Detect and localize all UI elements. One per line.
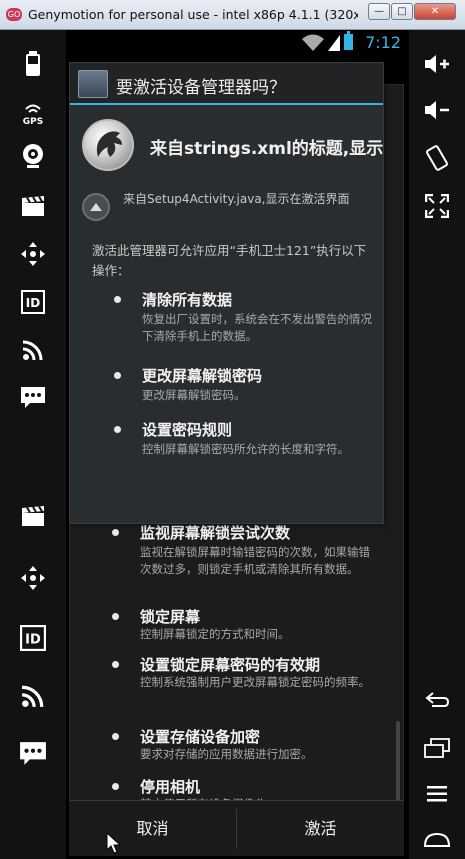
rotate-icon[interactable]	[415, 140, 459, 176]
home-icon[interactable]	[415, 822, 459, 858]
device-admin-dialog: 要激活设备管理器吗？ 来自strings.xml的标题,显示 来自Setup4A…	[69, 62, 384, 524]
close-button[interactable]: ✕	[414, 3, 456, 20]
volume-down-icon[interactable]	[415, 92, 459, 128]
permission-title: 停用相机	[140, 778, 201, 796]
permission-title: 设置密码规则	[142, 421, 233, 439]
dpad-icon[interactable]	[11, 236, 55, 272]
permission-desc: 控制屏幕锁定的方式和时间。	[140, 627, 290, 641]
app-logo-icon	[82, 119, 134, 171]
menu-icon[interactable]	[415, 776, 459, 812]
mouse-cursor-icon	[106, 832, 122, 854]
device-admin-icon	[78, 70, 108, 98]
id-icon[interactable]: ID	[11, 284, 55, 320]
permission-desc: 控制屏幕解锁密码所允许的长度和字符。	[142, 442, 349, 456]
permission-title: 设置存储设备加密	[140, 728, 261, 746]
id-label: ID	[26, 296, 40, 310]
window-title: Genymotion for personal use - intel x86p…	[28, 7, 358, 22]
cancel-button[interactable]: 取消	[69, 801, 236, 857]
bullet	[112, 733, 119, 740]
bullet	[114, 426, 121, 433]
battery-status-icon	[344, 31, 353, 50]
recent-apps-icon[interactable]	[415, 730, 459, 766]
chevron-up-icon	[90, 203, 102, 211]
activate-button[interactable]: 激活	[237, 801, 404, 857]
status-bar: 7:12	[66, 30, 409, 56]
dialog-header: 要激活设备管理器吗？	[70, 63, 383, 105]
clapperboard-icon[interactable]	[11, 188, 55, 224]
fullscreen-icon[interactable]	[415, 188, 459, 224]
gps-label: GPS	[23, 117, 43, 125]
permission-title: 设置锁定屏幕密码的有效期	[140, 656, 321, 674]
clock: 7:12	[365, 33, 401, 52]
back-icon[interactable]	[415, 682, 459, 718]
permission-title: 清除所有数据	[142, 291, 233, 309]
signal-icon	[328, 35, 340, 51]
app-description-row: 来自Setup4Activity.java,显示在激活界面	[70, 183, 383, 233]
permission-desc: 要求对存储的应用数据进行加密。	[140, 747, 313, 761]
camera-icon[interactable]	[11, 138, 55, 174]
wifi-icon	[302, 34, 324, 51]
bullet	[112, 529, 119, 536]
bullet	[114, 296, 121, 303]
left-toolbar: GPS ID ID	[0, 30, 66, 859]
volume-up-icon[interactable]	[415, 46, 459, 82]
sms-icon[interactable]	[11, 736, 55, 772]
permission-desc: 监视在解锁屏幕时输错密码的次数，如果输错次数过多，则锁定手机或清除其所有数据。	[140, 545, 370, 576]
permission-desc: 控制系统强制用户更改屏幕锁定密码的频率。	[140, 675, 370, 689]
rss-icon[interactable]	[11, 332, 55, 368]
permission-desc: 恢复出厂设置时，系统会在不发出警告的情况下清除手机上的数据。	[142, 312, 372, 343]
minimize-button[interactable]: —	[368, 3, 390, 20]
gps-icon[interactable]: GPS	[11, 96, 55, 132]
bullet	[112, 783, 119, 790]
expand-description-button[interactable]	[82, 193, 110, 221]
maximize-button[interactable]: □	[391, 3, 413, 20]
dpad-icon[interactable]	[11, 560, 55, 596]
app-info-row: 来自strings.xml的标题,显示	[70, 115, 383, 175]
permission-desc: 更改屏幕解锁密码。	[142, 388, 246, 402]
android-screen: 7:12 监视屏幕解锁尝试次数 监视在解锁屏幕时输错密码的次数，如果输错次数过多…	[66, 30, 409, 859]
battery-icon[interactable]	[11, 46, 55, 82]
sms-icon[interactable]	[11, 380, 55, 416]
permission-title: 监视屏幕解锁尝试次数	[140, 524, 291, 542]
bullet	[112, 613, 119, 620]
app-name: 来自strings.xml的标题,显示	[150, 139, 384, 159]
rss-icon[interactable]	[11, 678, 55, 714]
right-toolbar	[409, 30, 465, 859]
permission-title: 锁定屏幕	[140, 608, 201, 626]
genymotion-logo-icon: GO	[6, 8, 22, 21]
clapperboard-icon[interactable]	[11, 498, 55, 534]
app-description: 来自Setup4Activity.java,显示在激活界面	[123, 192, 350, 206]
warning-text: 激活此管理器可允许应用“手机卫士121”执行以下操作：	[92, 243, 367, 278]
window-titlebar: GO Genymotion for personal use - intel x…	[0, 0, 465, 30]
permission-title: 更改屏幕解锁密码	[142, 367, 263, 385]
bullet	[112, 661, 119, 668]
bullet	[114, 372, 121, 379]
id-label: ID	[25, 632, 41, 647]
id-icon[interactable]: ID	[11, 620, 55, 656]
dialog-title: 要激活设备管理器吗？	[116, 78, 286, 98]
